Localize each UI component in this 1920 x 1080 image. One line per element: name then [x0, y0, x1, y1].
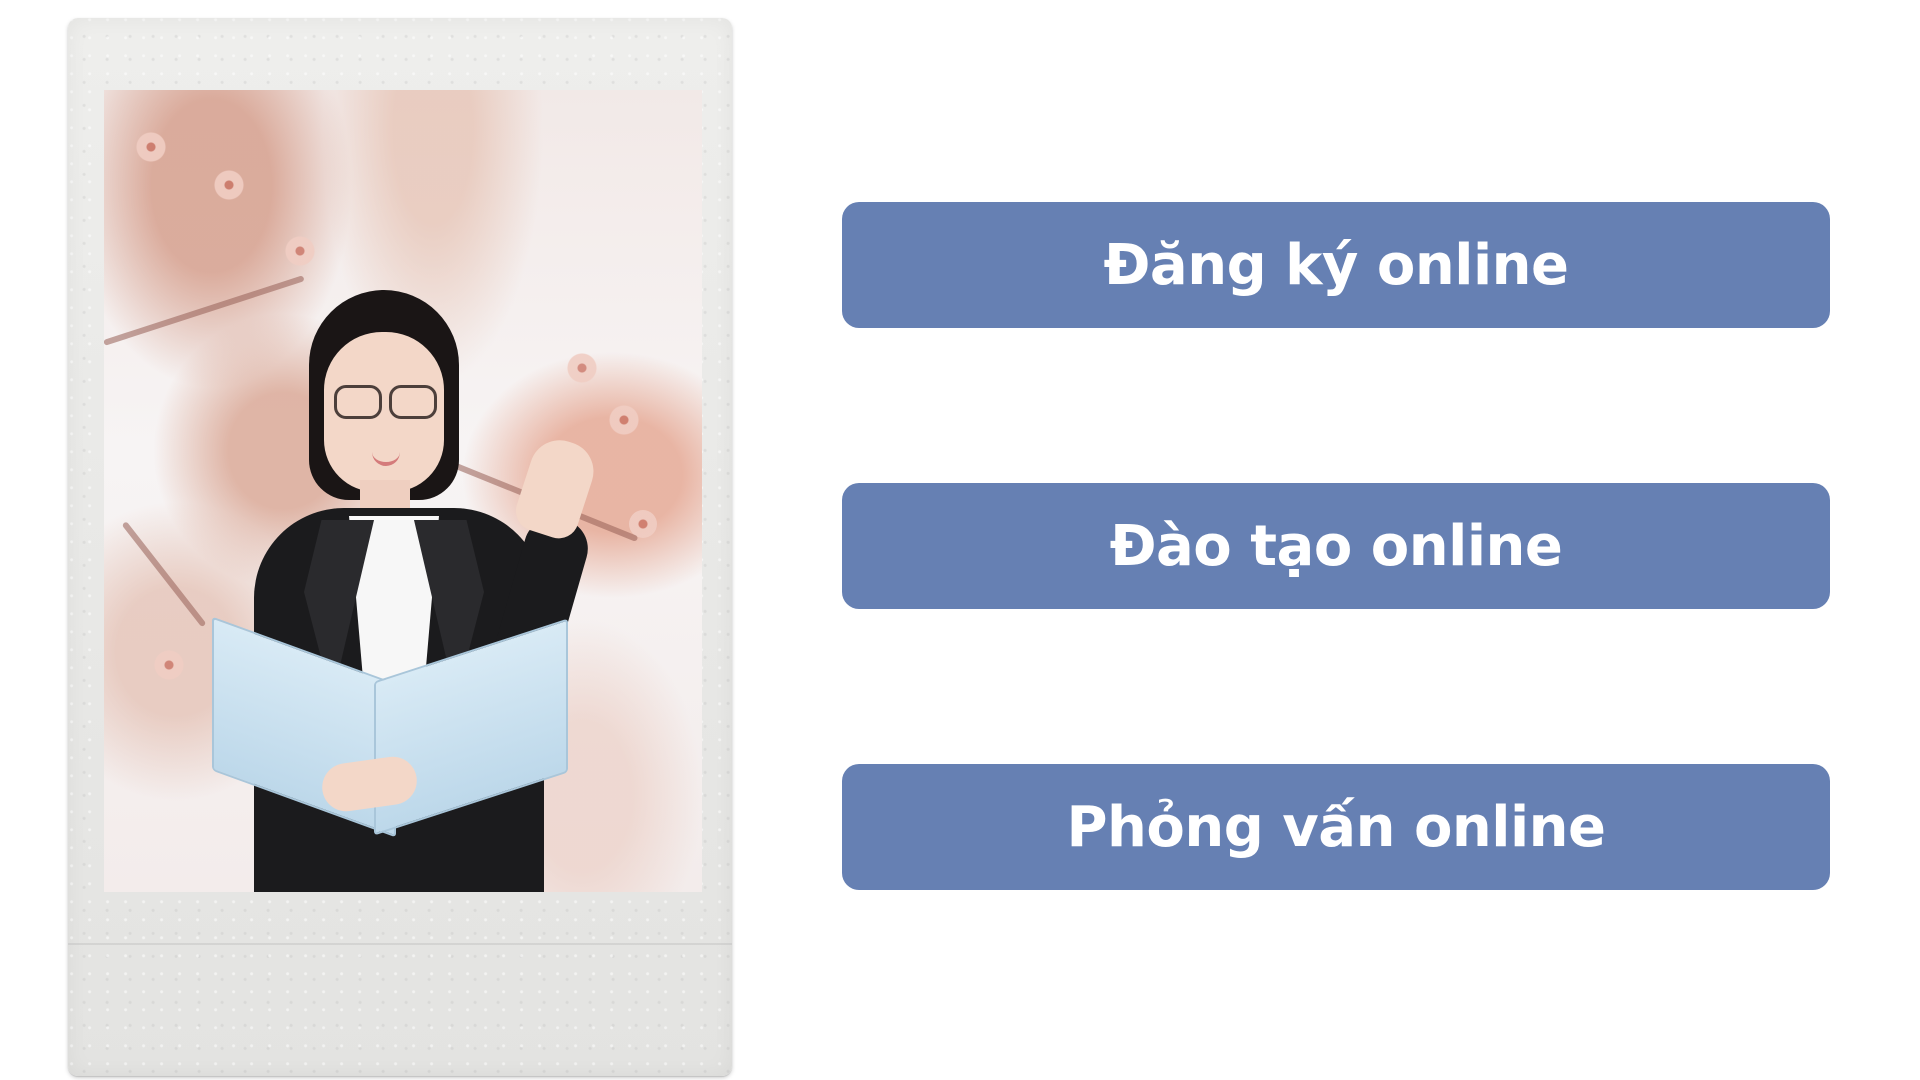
profile-photo [104, 90, 702, 892]
interview-online-button[interactable]: Phỏng vấn online [842, 764, 1830, 890]
polaroid-bottom-divider [68, 943, 732, 945]
person-illustration [184, 290, 644, 892]
glasses-left-lens [334, 385, 382, 419]
raised-hand-shape [510, 432, 602, 544]
blossom-decoration [134, 130, 168, 164]
glasses-right-lens [389, 385, 437, 419]
polaroid-photo-frame [68, 18, 732, 1076]
register-online-button[interactable]: Đăng ký online [842, 202, 1830, 328]
page: Đăng ký online Đào tạo online Phỏng vấn … [0, 0, 1920, 1080]
blossom-decoration [284, 235, 316, 267]
blossom-decoration [214, 170, 244, 200]
training-online-button[interactable]: Đào tạo online [842, 483, 1830, 609]
blossom-decoration [154, 650, 184, 680]
